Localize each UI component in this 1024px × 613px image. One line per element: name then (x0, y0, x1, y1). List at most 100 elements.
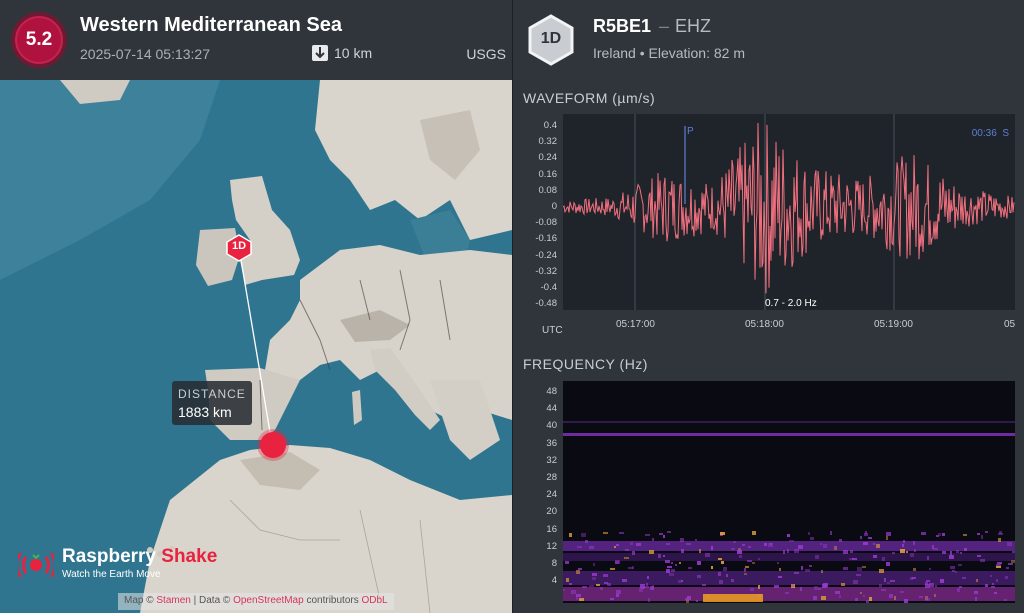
spectrogram-pixel (745, 566, 749, 568)
spectrogram-pixel (758, 585, 760, 589)
waveform-y-tick: -0.48 (535, 298, 557, 310)
station-elevation: Elevation: 82 m (648, 45, 746, 61)
magnitude-badge: 5.2 (11, 12, 67, 68)
station-panel: 1D R5BE1– EHZ Ireland • Elevation: 82 m W… (512, 0, 1024, 613)
spectrogram-band (563, 433, 1015, 436)
spectrogram-pixel (950, 551, 952, 555)
spectrogram-pixel (747, 560, 752, 562)
spectrogram-pixel (669, 573, 674, 576)
spectrogram-pixel (675, 564, 677, 566)
spectrogram-pixel (813, 596, 817, 600)
spectrogram-pixel (906, 551, 908, 553)
spectrogram-pixel (632, 551, 635, 555)
spectrogram-pixel (758, 558, 760, 560)
attribution-link-osm[interactable]: OpenStreetMap (233, 595, 304, 606)
spectrogram-pixel (910, 553, 914, 557)
spectrogram-pixel (889, 594, 893, 598)
spectrogram-pixel (645, 586, 649, 588)
spectrogram-pixel (579, 598, 584, 601)
spectrogram-pixel (600, 587, 603, 590)
spectrogram-pixel (616, 590, 621, 594)
spectrogram-pixel (685, 598, 688, 600)
spectrogram-pixel (887, 582, 890, 584)
spectrogram-pixel (886, 562, 890, 566)
station-code: R5BE1 (593, 16, 652, 36)
spectrogram-pixel (652, 538, 654, 541)
spectrogram-pixel (985, 531, 988, 533)
spectrogram-pixel (903, 540, 905, 543)
spectrogram-pixel (603, 574, 608, 577)
spectrogram-pixel (839, 539, 842, 542)
spectrogram-pixel (658, 554, 661, 558)
spectrogram-pixel (955, 571, 957, 573)
spectrogram-pixel (1004, 599, 1007, 601)
spectrogram-pixel (866, 600, 869, 603)
spectrogram-plot[interactable] (563, 381, 1015, 603)
spectrogram-pixel (787, 534, 790, 537)
spectrogram-pixel (926, 580, 930, 582)
spectrogram-pixel (934, 594, 936, 597)
spectrogram-pixel (711, 566, 713, 569)
spectrogram-pixel (748, 546, 751, 548)
spectrogram-pixel (860, 536, 862, 539)
spectrogram-pixel (850, 550, 853, 553)
waveform-y-tick: -0.08 (535, 217, 557, 229)
spectrogram-pixel (647, 576, 649, 579)
frequency-y-tick: 8 (551, 558, 557, 569)
spectrogram-pixel (881, 589, 886, 591)
waveform-plot[interactable]: P 00:36 S 0.7 - 2.0 Hz (562, 114, 1015, 310)
spectrogram-pixel (932, 545, 934, 549)
waveform-y-tick: 0.24 (538, 152, 558, 164)
spectrogram-pixel (815, 555, 819, 559)
event-title: Western Mediterranean Sea (80, 14, 342, 36)
map-view[interactable]: DISTANCE 1883 km 1D Raspberry Shake Watc… (0, 80, 512, 613)
spectrogram-energy-peak (703, 594, 763, 602)
spectrogram-pixel (914, 549, 916, 552)
spectrogram-pixel (921, 532, 926, 535)
spectrogram-pixel (607, 583, 611, 586)
filter-band-label: 0.7 - 2.0 Hz (765, 298, 817, 309)
station-map-marker[interactable]: 1D (226, 234, 252, 262)
spectrogram-pixel (663, 535, 665, 538)
spectrogram-pixel (768, 543, 773, 547)
spectrogram-pixel (956, 550, 959, 553)
spectrogram-pixel (886, 532, 891, 536)
spectrogram-pixel (665, 560, 670, 563)
spectrogram-pixel (925, 598, 930, 601)
spectrogram-pixel (1006, 567, 1009, 569)
spectrogram-pixel (723, 567, 727, 571)
spectrogram-pixel (615, 561, 619, 564)
spectrogram-pixel (571, 590, 576, 594)
spectrogram-pixel (733, 541, 736, 543)
frequency-y-tick: 20 (546, 506, 557, 518)
p-wave-marker: P (687, 126, 694, 137)
epicenter-marker[interactable] (260, 432, 286, 458)
spectrogram-pixel (739, 555, 742, 558)
spectrogram-pixel (785, 592, 789, 594)
spectrogram-pixel (774, 585, 779, 588)
spectrogram-pixel (616, 594, 619, 597)
spectrogram-pixel (814, 586, 818, 590)
spectrogram-pixel (818, 588, 821, 590)
attribution-link-stamen[interactable]: Stamen (156, 595, 190, 606)
frequency-y-tick: 24 (546, 489, 557, 501)
spectrogram-pixel (596, 584, 600, 586)
attribution-link-odbl[interactable]: ODbL (362, 595, 388, 606)
waveform-y-tick: -0.16 (535, 233, 557, 245)
spectrogram-pixel (834, 546, 837, 550)
frequency-y-tick: 32 (546, 454, 557, 466)
spectrogram-band (563, 421, 1015, 423)
spectrogram-pixel (652, 585, 654, 589)
spectrogram-pixel (603, 532, 608, 534)
spectrogram-pixel (779, 568, 781, 571)
spectrogram-pixel (794, 549, 799, 553)
spectrogram-pixel (622, 579, 627, 582)
spectrogram-pixel (873, 555, 877, 558)
spectrogram-pixel (996, 566, 1001, 568)
spectrogram-pixel (718, 558, 722, 560)
spectrogram-pixel (614, 546, 616, 548)
spectrogram-pixel (619, 532, 624, 534)
spectrogram-pixel (957, 588, 960, 592)
spectrogram-pixel (856, 574, 861, 576)
map-attribution: Map © Stamen | Data © OpenStreetMap cont… (118, 593, 394, 610)
